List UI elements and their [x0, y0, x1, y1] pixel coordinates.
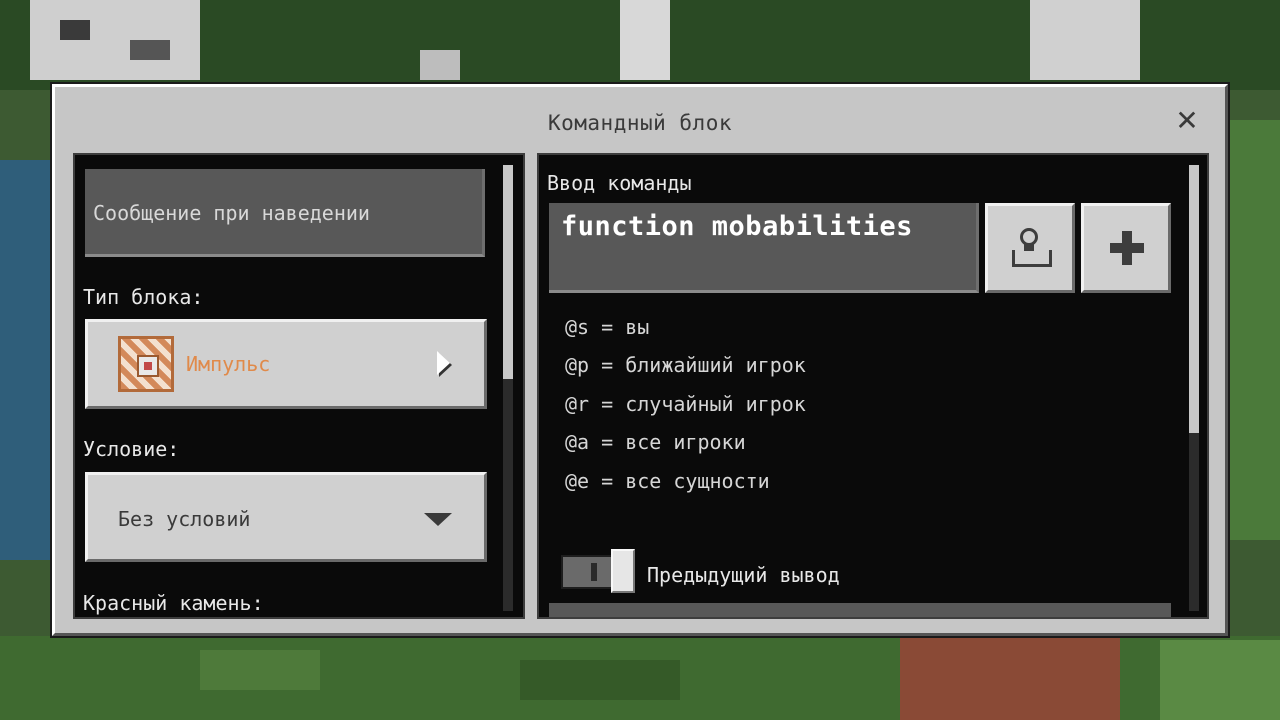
block-type-value: Импульс: [186, 352, 271, 376]
selector-hint-all-players: @a = все игроки: [565, 430, 746, 454]
previous-output-field: [549, 603, 1171, 617]
command-panel: Ввод команды function mobabilities @s = …: [537, 153, 1209, 619]
condition-label: Условие:: [83, 437, 180, 461]
command-input[interactable]: function mobabilities: [549, 203, 979, 293]
add-button[interactable]: [1081, 203, 1171, 293]
left-scrollbar[interactable]: [503, 165, 513, 611]
right-scroll-thumb[interactable]: [1189, 165, 1199, 433]
chevron-right-icon: [437, 351, 450, 375]
redstone-label: Красный камень:: [83, 591, 264, 615]
command-block-icon: [118, 336, 174, 392]
toggle-knob[interactable]: [611, 549, 635, 593]
dialog-title: Командный блок: [547, 111, 732, 135]
previous-output-toggle[interactable]: [561, 555, 615, 589]
command-block-dialog: Командный блок ✕ Сообщение при наведении…: [50, 82, 1230, 638]
selector-hint-random: @r = случайный игрок: [565, 392, 806, 416]
previous-output-label: Предыдущий вывод: [647, 563, 840, 587]
condition-dropdown[interactable]: Без условий: [85, 472, 487, 562]
command-input-label: Ввод команды: [547, 171, 692, 195]
close-icon[interactable]: ✕: [1171, 105, 1203, 137]
paste-button[interactable]: [985, 203, 1075, 293]
chevron-down-icon: [424, 513, 452, 526]
block-type-button[interactable]: Импульс: [85, 319, 487, 409]
right-scrollbar[interactable]: [1189, 165, 1199, 611]
selector-hint-self: @s = вы: [565, 315, 650, 339]
plus-icon: [1110, 231, 1144, 265]
left-scroll-thumb[interactable]: [503, 165, 513, 379]
selector-hint-nearest: @p = ближайший игрок: [565, 353, 806, 377]
hover-message-input[interactable]: Сообщение при наведении: [85, 169, 485, 257]
block-type-label: Тип блока:: [83, 285, 204, 309]
condition-value: Без условий: [118, 507, 251, 531]
block-settings-panel: Сообщение при наведении Тип блока: Импул…: [73, 153, 525, 619]
selector-hint-all-entities: @e = все сущности: [565, 469, 770, 493]
paste-icon: [1010, 226, 1052, 270]
